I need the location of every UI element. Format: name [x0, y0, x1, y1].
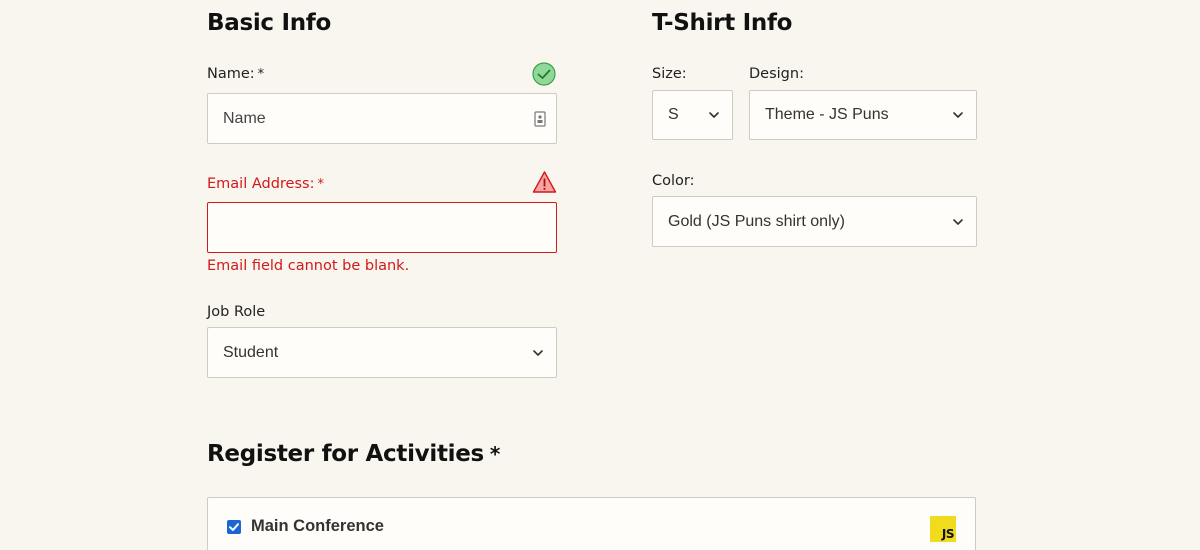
chevron-down-icon: [953, 112, 963, 118]
color-select[interactable]: Gold (JS Puns shirt only): [652, 196, 977, 247]
required-mark: *: [257, 67, 265, 82]
color-label: Color:: [652, 173, 695, 189]
javascript-logo-icon: JS: [930, 516, 956, 542]
contact-card-icon[interactable]: [534, 111, 546, 127]
color-selected-value: Gold (JS Puns shirt only): [668, 212, 845, 230]
email-label-text: Email Address:: [207, 176, 315, 192]
email-input[interactable]: [208, 203, 556, 252]
size-label: Size:: [652, 66, 687, 82]
activity-title: Main Conference: [251, 517, 384, 535]
activity-item-main-conference[interactable]: Main Conference JS: [207, 497, 976, 550]
required-mark: *: [317, 177, 324, 192]
design-selected-value: Theme - JS Puns: [765, 106, 889, 123]
size-selected-value: S: [668, 106, 679, 123]
design-label: Design:: [749, 66, 804, 82]
name-field[interactable]: [207, 93, 557, 144]
chevron-down-icon: [709, 112, 719, 118]
size-select[interactable]: S: [652, 90, 733, 140]
name-input[interactable]: [208, 94, 556, 143]
activities-heading: Register for Activities *: [207, 441, 500, 467]
job-role-select[interactable]: Student: [207, 327, 557, 378]
job-role-selected-value: Student: [223, 343, 279, 361]
design-select[interactable]: Theme - JS Puns: [749, 90, 977, 140]
email-error-message: Email field cannot be blank.: [207, 258, 410, 274]
checkmark-icon: [229, 523, 239, 531]
basic-info-heading: Basic Info: [207, 10, 332, 36]
js-logo-text: JS: [941, 527, 955, 541]
name-label: Name: *: [207, 66, 264, 82]
tshirt-info-heading: T-Shirt Info: [652, 10, 793, 36]
main-conference-checkbox[interactable]: [227, 520, 241, 534]
name-label-text: Name:: [207, 66, 255, 82]
email-label: Email Address: *: [207, 176, 324, 192]
job-role-label: Job Role: [207, 304, 266, 320]
required-mark: *: [489, 442, 501, 466]
chevron-down-icon: [533, 349, 543, 356]
checkmark-circle-icon: [532, 62, 556, 86]
warning-triangle-icon: [532, 171, 557, 193]
email-field[interactable]: [207, 202, 557, 253]
chevron-down-icon: [953, 218, 963, 225]
activities-heading-text: Register for Activities: [207, 441, 484, 467]
